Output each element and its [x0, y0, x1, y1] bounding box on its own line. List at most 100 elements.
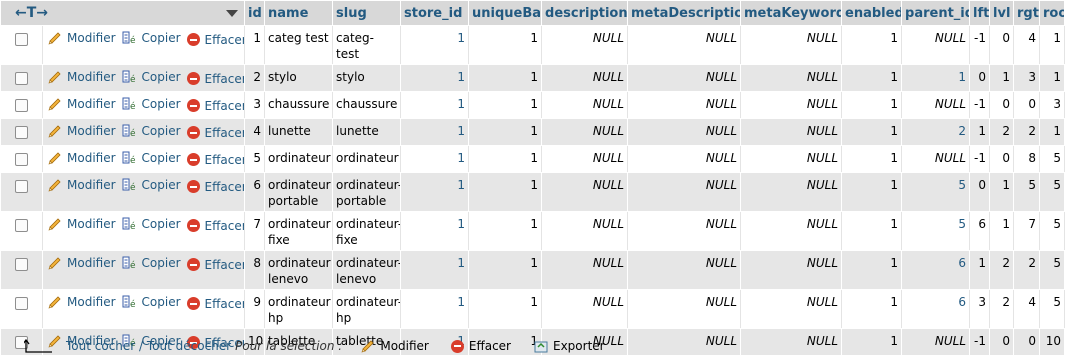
cell-id: 8: [244, 250, 266, 290]
copy-row-button[interactable]: é Copier: [122, 177, 181, 193]
column-header-enabled[interactable]: enabled: [841, 0, 903, 26]
cell-parent-id[interactable]: 1: [901, 64, 971, 92]
cell-store-id[interactable]: 1: [400, 289, 470, 329]
edit-row-button[interactable]: Modifier: [47, 69, 116, 85]
edit-row-button[interactable]: Modifier: [47, 150, 116, 166]
edit-row-button[interactable]: Modifier: [47, 30, 116, 46]
row-checkbox-cell: [0, 64, 43, 92]
copy-row-button[interactable]: é Copier: [122, 96, 181, 112]
cell-store-id[interactable]: 1: [400, 91, 470, 119]
bulk-export-button[interactable]: Exporter: [533, 338, 605, 354]
edit-row-button[interactable]: Modifier: [47, 123, 116, 139]
row-checkbox[interactable]: [14, 126, 28, 139]
edit-row-button[interactable]: Modifier: [47, 177, 116, 193]
delete-row-button[interactable]: Effacer: [186, 71, 244, 87]
column-header-rgt[interactable]: rgt: [1013, 0, 1041, 26]
cell-root: 1: [1039, 64, 1066, 92]
delete-row-button[interactable]: Effacer: [186, 98, 244, 114]
cell-lvl: 1: [989, 64, 1015, 92]
column-header-slug[interactable]: slug: [332, 0, 402, 26]
cell-parent-id[interactable]: 5: [901, 172, 971, 212]
row-checkbox[interactable]: [14, 33, 28, 46]
bulk-actions-bar: Tout cocher / Tout décocher Pour la séle…: [0, 332, 1074, 360]
cell-slug: ordinateur-portable: [332, 172, 402, 212]
copy-row-button[interactable]: é Copier: [122, 294, 181, 310]
cell-parent-id[interactable]: 6: [901, 250, 971, 290]
cell-id: 3: [244, 91, 266, 119]
cell-store-id[interactable]: 1: [400, 211, 470, 251]
column-header-id[interactable]: id: [244, 0, 266, 26]
column-nav-arrows[interactable]: ←T→: [0, 0, 246, 26]
cell-parent-id[interactable]: 6: [901, 289, 971, 329]
delete-row-button[interactable]: Effacer: [186, 179, 244, 195]
move-columns-arrows-icon[interactable]: ←T→: [15, 5, 48, 21]
table-row: Modifier é Copier Effacer 2 stylo stylo 1 1 NULL N…: [0, 64, 1066, 92]
row-checkbox[interactable]: [14, 72, 28, 85]
delete-label: Effacer: [204, 125, 245, 140]
column-header-parent-id[interactable]: parent_id: [901, 0, 971, 26]
options-caret-icon[interactable]: [226, 9, 239, 17]
cell-enabled: 1: [841, 91, 903, 119]
cell-metadescription: NULL: [627, 250, 742, 290]
cell-store-id[interactable]: 1: [400, 145, 470, 173]
row-checkbox[interactable]: [14, 153, 28, 166]
cell-slug: ordinateur-lenevo: [332, 250, 402, 290]
column-header-uniquebase[interactable]: uniqueBase: [468, 0, 543, 26]
column-header-name[interactable]: name: [264, 0, 334, 26]
cell-store-id[interactable]: 1: [400, 25, 470, 65]
delete-row-button[interactable]: Effacer: [186, 152, 244, 168]
copy-icon: é: [122, 217, 136, 232]
cell-lvl: 1: [989, 172, 1015, 212]
delete-row-button[interactable]: Effacer: [186, 125, 245, 141]
delete-icon: [186, 258, 200, 271]
row-checkbox[interactable]: [14, 180, 28, 193]
bulk-edit-button[interactable]: Modifier: [360, 338, 429, 354]
column-header-lft[interactable]: lft: [969, 0, 991, 26]
edit-row-button[interactable]: Modifier: [47, 294, 116, 310]
delete-row-button[interactable]: Effacer: [186, 296, 244, 312]
copy-row-button[interactable]: é Copier: [122, 150, 181, 166]
cell-parent-id: NULL: [901, 145, 971, 173]
svg-text:é: é: [130, 299, 136, 310]
uncheck-all-link[interactable]: Tout décocher: [147, 339, 231, 353]
column-header-description[interactable]: description: [541, 0, 629, 26]
column-header-store-id[interactable]: store_id: [400, 0, 470, 26]
cell-slug: ordinateur-hp: [332, 289, 402, 329]
copy-row-button[interactable]: é Copier: [122, 216, 181, 232]
delete-row-button[interactable]: Effacer: [186, 32, 244, 48]
cell-id: 6: [244, 172, 266, 212]
copy-icon: é: [122, 97, 136, 112]
cell-parent-id[interactable]: 5: [901, 211, 971, 251]
cell-store-id[interactable]: 1: [400, 118, 470, 146]
copy-icon: é: [122, 124, 136, 139]
column-header-metakeywords[interactable]: metaKeywords: [740, 0, 843, 26]
bulk-delete-button[interactable]: Effacer: [450, 339, 511, 353]
column-header-lvl[interactable]: lvl: [989, 0, 1015, 26]
cell-parent-id[interactable]: 2: [901, 118, 971, 146]
column-header-root[interactable]: root: [1039, 0, 1066, 26]
row-checkbox[interactable]: [14, 219, 28, 232]
column-header-metadescription[interactable]: metaDescription: [627, 0, 742, 26]
edit-row-button[interactable]: Modifier: [47, 96, 116, 112]
cell-metakeywords: NULL: [740, 64, 843, 92]
copy-row-button[interactable]: é Copier: [122, 123, 181, 139]
cell-uniquebase: 1: [468, 25, 543, 65]
cell-store-id[interactable]: 1: [400, 250, 470, 290]
row-checkbox[interactable]: [14, 99, 28, 112]
row-checkbox[interactable]: [14, 258, 28, 271]
edit-row-button[interactable]: Modifier: [47, 216, 116, 232]
copy-label: Copier: [141, 217, 181, 231]
copy-row-button[interactable]: é Copier: [122, 255, 181, 271]
copy-row-button[interactable]: é Copier: [122, 69, 181, 85]
delete-row-button[interactable]: Effacer: [186, 218, 244, 234]
row-checkbox-cell: [0, 250, 43, 290]
cell-store-id[interactable]: 1: [400, 172, 470, 212]
edit-row-button[interactable]: Modifier: [47, 255, 116, 271]
cell-uniquebase: 1: [468, 91, 543, 119]
copy-row-button[interactable]: é Copier: [122, 30, 181, 46]
cell-store-id[interactable]: 1: [400, 64, 470, 92]
cell-root: 5: [1039, 211, 1066, 251]
check-all-link[interactable]: Tout cocher: [66, 339, 135, 353]
row-checkbox[interactable]: [14, 297, 28, 310]
delete-row-button[interactable]: Effacer: [186, 257, 244, 273]
